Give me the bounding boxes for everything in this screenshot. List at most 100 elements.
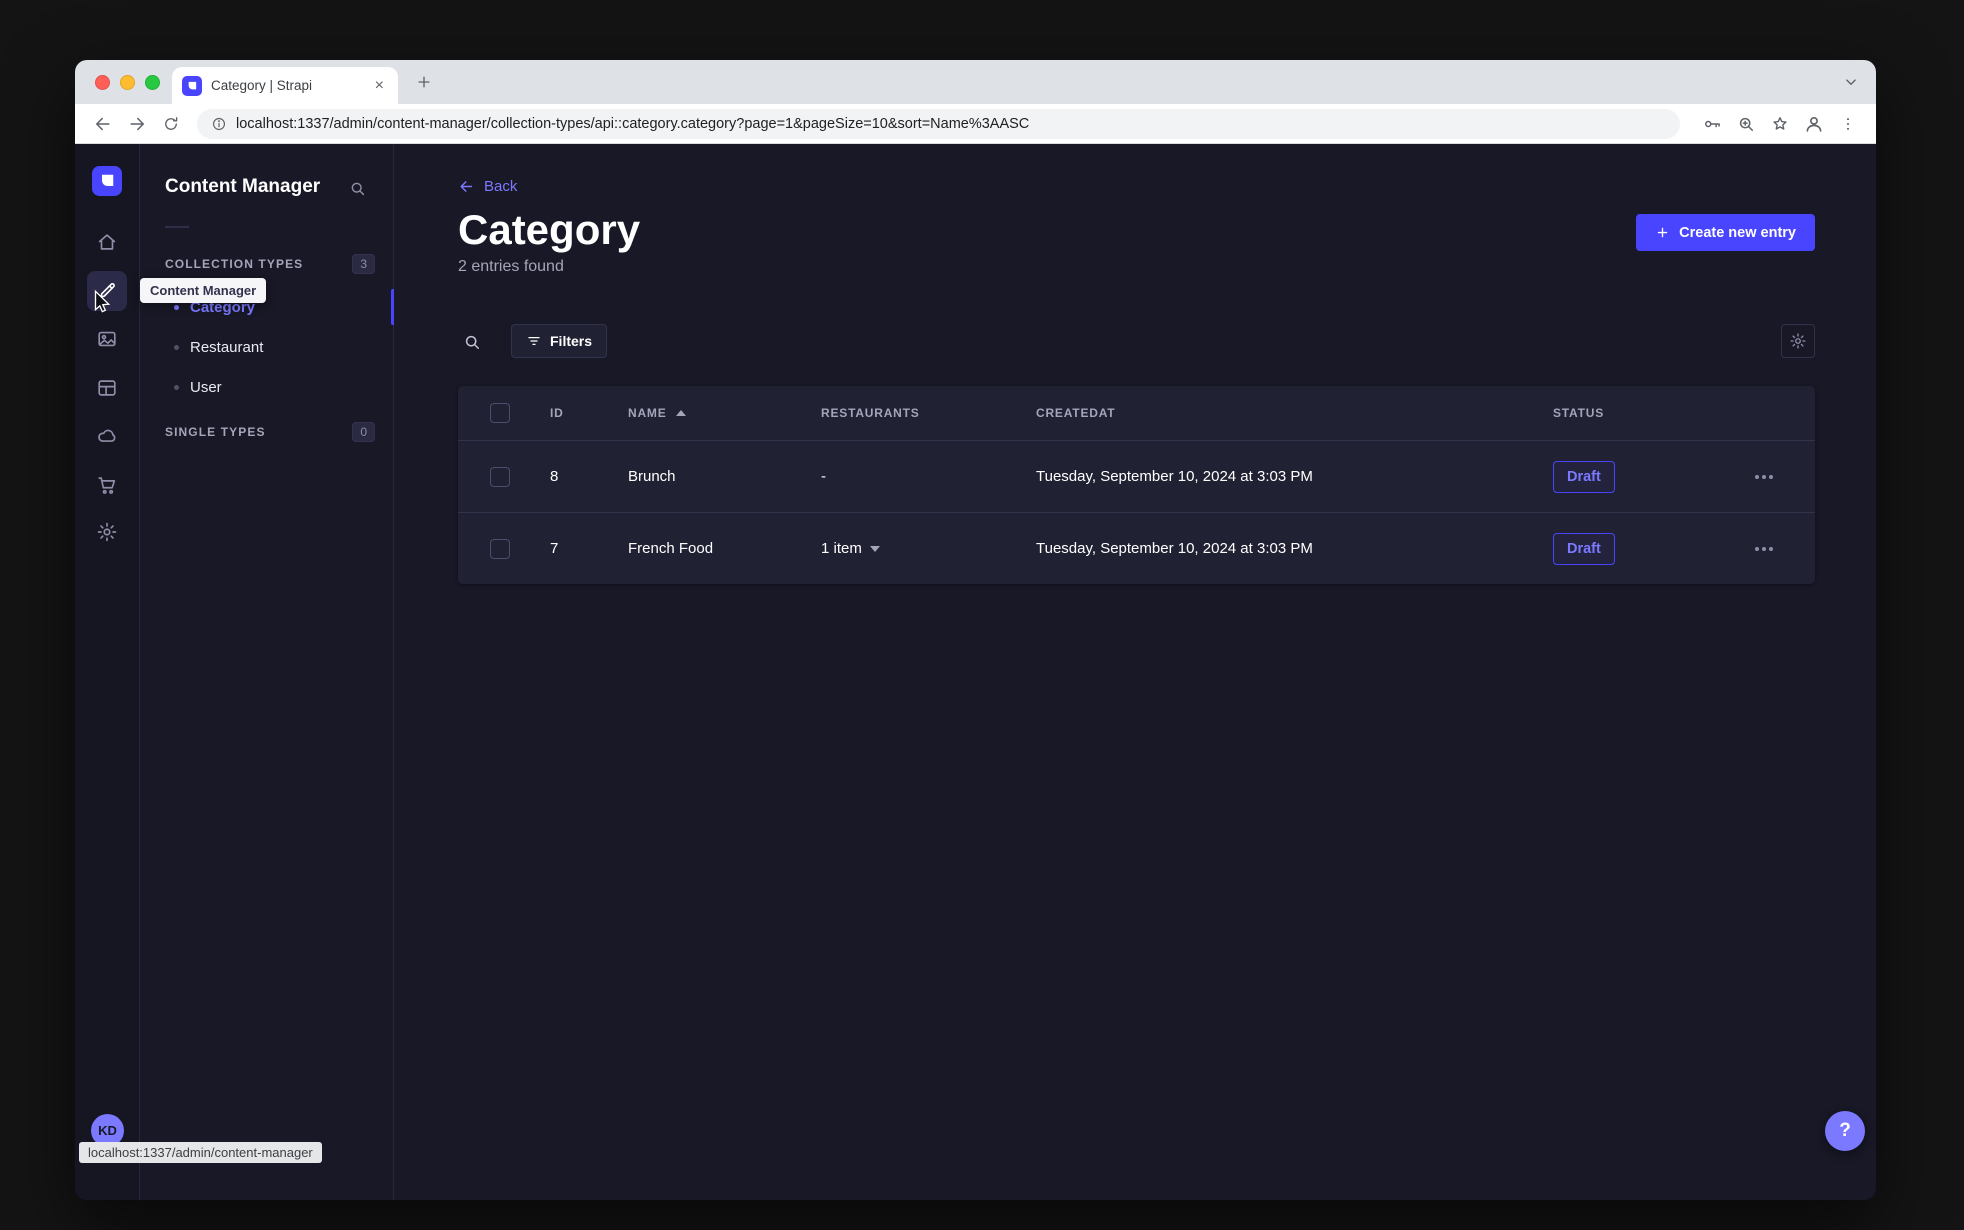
cell-actions bbox=[1753, 469, 1815, 485]
nav-settings[interactable] bbox=[87, 512, 127, 552]
nav-content-manager[interactable] bbox=[87, 271, 127, 311]
select-all-checkbox[interactable] bbox=[490, 403, 510, 423]
browser-menu-button[interactable] bbox=[1834, 110, 1862, 138]
strapi-logo[interactable] bbox=[92, 166, 122, 196]
single-types-section: SINGLE TYPES 0 bbox=[165, 422, 375, 442]
select-all-cell bbox=[458, 403, 550, 423]
sidebar-item-restaurant[interactable]: Restaurant bbox=[140, 327, 393, 367]
section-count-badge: 0 bbox=[352, 422, 375, 442]
table-header-row: ID NAME RESTAURANTS CREATEDAT STATUS bbox=[458, 386, 1815, 441]
new-tab-button[interactable] bbox=[412, 70, 436, 94]
col-header-restaurants: RESTAURANTS bbox=[821, 406, 920, 420]
table-row[interactable]: 8 Brunch - Tuesday, September 10, 2024 a… bbox=[458, 441, 1815, 512]
close-tab-button[interactable]: × bbox=[371, 76, 388, 96]
nav-marketplace[interactable] bbox=[87, 465, 127, 505]
sort-ascending-icon bbox=[675, 410, 686, 416]
browser-forward-button[interactable] bbox=[123, 110, 151, 138]
url-bar[interactable]: localhost:1337/admin/content-manager/col… bbox=[197, 108, 1680, 139]
browser-reload-button[interactable] bbox=[157, 110, 185, 138]
cloud-icon bbox=[98, 429, 116, 442]
list-toolbar: Filters bbox=[458, 324, 1815, 358]
link-preview-bubble: localhost:1337/admin/content-manager bbox=[79, 1142, 322, 1163]
create-new-entry-button[interactable]: Create new entry bbox=[1636, 214, 1815, 251]
browser-back-button[interactable] bbox=[89, 110, 117, 138]
shopping-cart-icon bbox=[98, 477, 116, 494]
nav-deploy[interactable] bbox=[87, 416, 127, 456]
cell-restaurants[interactable]: 1 item bbox=[821, 540, 1036, 557]
browser-tab-strip: Category | Strapi × bbox=[75, 60, 1876, 104]
active-indicator bbox=[391, 289, 394, 325]
bullet-icon bbox=[174, 304, 179, 310]
forward-arrow-icon bbox=[130, 117, 144, 130]
sidebar-item-user[interactable]: User bbox=[140, 367, 393, 407]
cell-createdat: Tuesday, September 10, 2024 at 3:03 PM bbox=[1036, 468, 1313, 485]
gear-icon bbox=[97, 522, 117, 542]
browser-toolbar: localhost:1337/admin/content-manager/col… bbox=[75, 104, 1876, 144]
back-arrow-icon bbox=[460, 181, 473, 192]
fullscreen-window-button[interactable] bbox=[145, 74, 160, 90]
bookmark-button[interactable] bbox=[1766, 110, 1794, 138]
col-header-status: STATUS bbox=[1553, 406, 1605, 420]
browser-profile-button[interactable] bbox=[1800, 110, 1828, 138]
back-arrow-icon bbox=[96, 117, 110, 130]
key-icon bbox=[1705, 120, 1720, 127]
col-header-createdat: CREATEDAT bbox=[1036, 406, 1116, 420]
content-manager-tooltip: Content Manager bbox=[140, 278, 267, 303]
entries-count: 2 entries found bbox=[458, 258, 564, 275]
search-icon bbox=[351, 182, 364, 195]
layout-grid-icon bbox=[98, 380, 116, 396]
view-settings-button[interactable] bbox=[1781, 324, 1815, 358]
nav-content-type-builder[interactable] bbox=[87, 368, 127, 408]
zoom-button[interactable] bbox=[1732, 110, 1760, 138]
site-info-icon[interactable] bbox=[211, 116, 227, 132]
kebab-menu-icon bbox=[1846, 117, 1850, 130]
back-label: Back bbox=[484, 178, 518, 195]
strapi-favicon-icon bbox=[182, 75, 202, 96]
magnifier-plus-icon bbox=[1739, 117, 1753, 131]
back-link[interactable]: Back bbox=[458, 178, 517, 195]
pencil-icon bbox=[100, 283, 115, 298]
subnav-title: Content Manager bbox=[165, 176, 321, 197]
table-search-button[interactable] bbox=[458, 328, 486, 356]
table-row[interactable]: 7 French Food 1 item Tuesday, September … bbox=[458, 512, 1815, 584]
person-icon bbox=[1806, 116, 1822, 132]
subnav-search-button[interactable] bbox=[343, 174, 371, 202]
help-button[interactable]: ? bbox=[1825, 1111, 1865, 1151]
tab-title: Category | Strapi bbox=[211, 78, 313, 93]
nav-media-library[interactable] bbox=[87, 319, 127, 359]
row-actions-button[interactable] bbox=[1753, 469, 1775, 485]
browser-tab[interactable]: Category | Strapi × bbox=[172, 67, 398, 104]
password-manager-button[interactable] bbox=[1698, 110, 1726, 138]
row-checkbox[interactable] bbox=[490, 466, 510, 487]
window-controls bbox=[95, 60, 160, 104]
subnav-divider bbox=[165, 226, 189, 228]
tab-search-button[interactable] bbox=[1842, 73, 1860, 91]
row-actions-button[interactable] bbox=[1753, 541, 1775, 557]
cell-actions bbox=[1753, 541, 1815, 557]
minimize-window-button[interactable] bbox=[120, 74, 135, 90]
cell-status: Draft bbox=[1553, 460, 1753, 493]
bullet-icon bbox=[174, 344, 179, 350]
row-checkbox[interactable] bbox=[490, 538, 510, 559]
filters-button[interactable]: Filters bbox=[511, 324, 608, 358]
cell-name: Brunch bbox=[628, 468, 676, 485]
strapi-admin: KD Content Manager COLLECTION TYPES 3 Ca… bbox=[75, 144, 1876, 1200]
url-text: localhost:1337/admin/content-manager/col… bbox=[236, 115, 1030, 132]
cell-id: 7 bbox=[550, 540, 559, 557]
close-window-button[interactable] bbox=[95, 74, 110, 90]
col-header-id[interactable]: ID bbox=[550, 406, 628, 420]
entries-table: ID NAME RESTAURANTS CREATEDAT STATUS 8 B… bbox=[458, 386, 1815, 584]
cell-restaurants: - bbox=[821, 468, 826, 485]
section-label: SINGLE TYPES bbox=[165, 425, 266, 439]
row-select-cell bbox=[458, 538, 550, 559]
nav-home[interactable] bbox=[87, 222, 127, 262]
main-nav-rail: KD bbox=[75, 144, 140, 1200]
main-content: Back Category 2 entries found Create new… bbox=[395, 144, 1876, 1200]
cell-name: French Food bbox=[628, 540, 714, 557]
status-badge: Draft bbox=[1553, 460, 1615, 493]
search-icon bbox=[465, 335, 479, 349]
plus-icon bbox=[1657, 227, 1668, 238]
section-count-badge: 3 bbox=[352, 254, 375, 274]
col-header-name[interactable]: NAME bbox=[628, 406, 821, 420]
reload-icon bbox=[165, 116, 178, 130]
